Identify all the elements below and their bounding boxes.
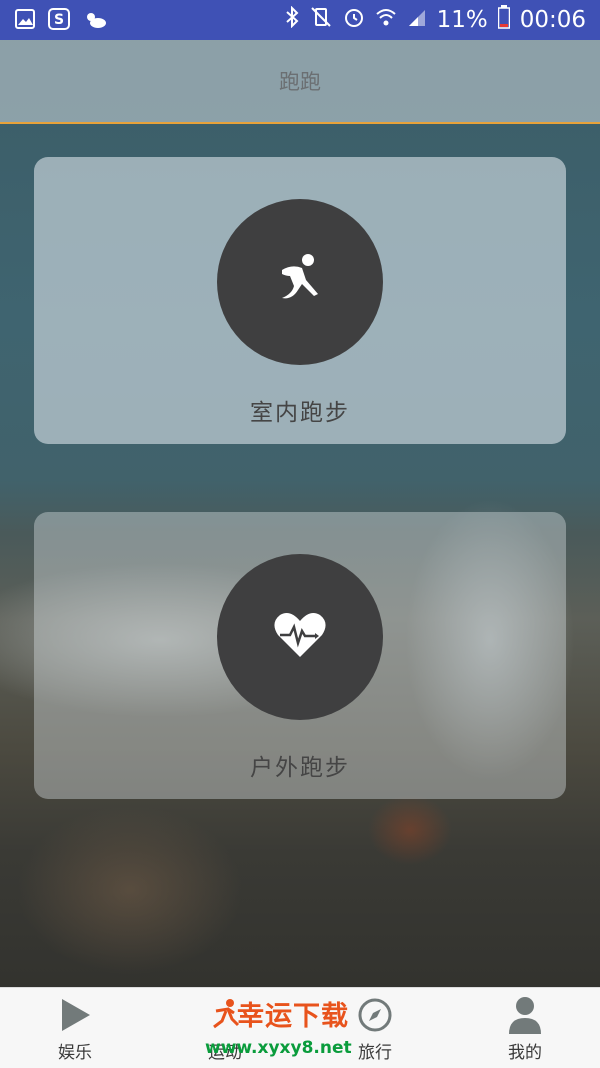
battery-percent: 11%	[436, 7, 488, 33]
nav-item-mine[interactable]: 我的	[450, 988, 600, 1068]
vibrate-mute-icon	[309, 6, 333, 34]
svg-text:S: S	[54, 12, 64, 28]
status-bar: S 11% 00:06	[0, 0, 600, 40]
signal-icon	[407, 6, 427, 34]
indoor-running-label: 室内跑步	[250, 400, 350, 426]
s-app-icon: S	[48, 8, 70, 30]
outdoor-running-button[interactable]	[217, 554, 383, 720]
battery-icon	[497, 5, 510, 35]
person-icon	[508, 996, 542, 1034]
heart-pulse-icon	[272, 609, 328, 665]
nav-label-mine: 我的	[508, 1043, 542, 1063]
bottom-nav: 娱乐 运动 旅行 我的	[0, 987, 600, 1068]
clock-time: 00:06	[519, 7, 586, 33]
play-icon	[58, 996, 92, 1034]
outdoor-running-label: 户外跑步	[250, 755, 350, 781]
wifi-icon	[375, 6, 397, 34]
indoor-running-button[interactable]	[217, 199, 383, 365]
page-title: 跑跑	[279, 70, 321, 94]
nav-item-entertainment[interactable]: 娱乐	[0, 988, 150, 1068]
nav-item-travel[interactable]: 旅行	[300, 988, 450, 1068]
gallery-icon	[14, 8, 36, 30]
compass-icon	[357, 996, 393, 1034]
runner-icon	[270, 250, 330, 314]
status-right-icons: 11% 00:06	[285, 5, 586, 35]
nav-label-entertainment: 娱乐	[58, 1043, 92, 1063]
status-left-icons: S	[14, 8, 106, 30]
nav-item-sport[interactable]: 运动	[150, 988, 300, 1068]
outdoor-running-card[interactable]: 户外跑步	[34, 512, 566, 799]
nav-label-travel: 旅行	[358, 1043, 392, 1063]
running-icon	[208, 996, 242, 1034]
nav-label-sport: 运动	[208, 1043, 242, 1063]
bluetooth-icon	[285, 5, 299, 34]
alarm-icon	[343, 6, 365, 34]
app-bar: 跑跑	[0, 40, 600, 124]
weather-icon	[82, 8, 106, 30]
indoor-running-card[interactable]: 室内跑步	[34, 157, 566, 444]
